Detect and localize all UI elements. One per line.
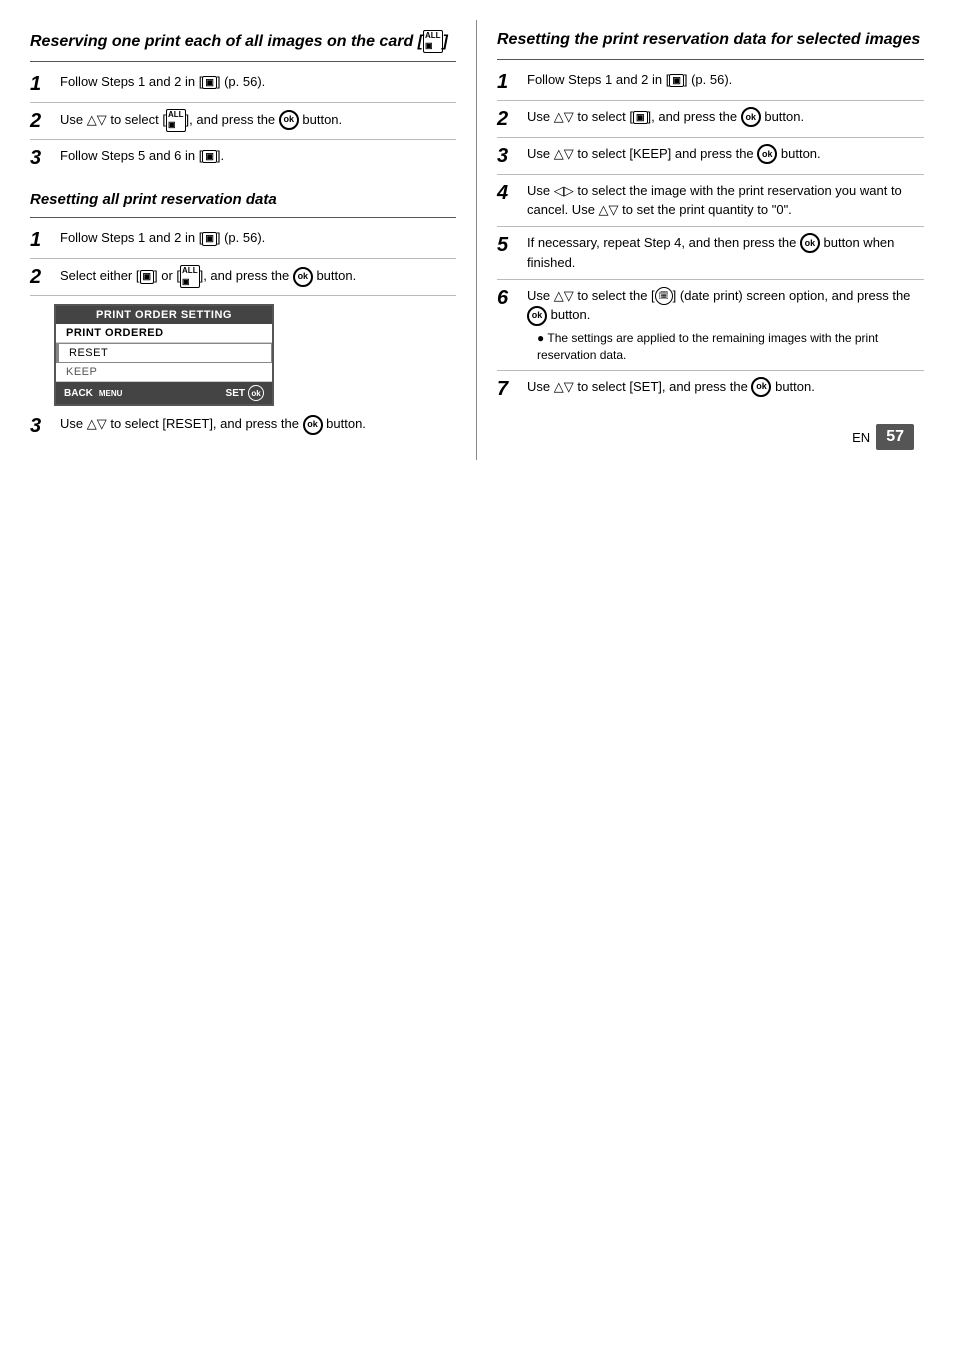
section2-title: Resetting all print reservation data <box>30 190 456 210</box>
right-ok-7: ok <box>751 377 771 397</box>
right-step4: 4 Use ◁▷ to select the image with the pr… <box>497 181 924 227</box>
section-resetting-selected: Resetting the print reservation data for… <box>497 30 924 407</box>
s2-step3-text: Use △▽ to select [RESET], and press the … <box>60 414 456 435</box>
s2-step1-text: Follow Steps 1 and 2 in [▣] (p. 56). <box>60 228 456 248</box>
right-step4-text: Use ◁▷ to select the image with the prin… <box>527 181 924 220</box>
s2-step-number-3: 3 <box>30 414 54 438</box>
dialog-header: PRINT ORDER SETTING <box>56 306 272 324</box>
dialog-item-print-ordered: PRINT ORDERED <box>56 324 272 343</box>
section2-divider <box>30 217 456 218</box>
ok-button-s2-3: ok <box>303 415 323 435</box>
right-step-num-4: 4 <box>497 181 521 205</box>
right-step6-text: Use △▽ to select the [🗓] (date print) sc… <box>527 286 924 364</box>
right-step-num-7: 7 <box>497 377 521 401</box>
right-cam-icon-1: ▣ <box>669 74 684 88</box>
ok-button-2: ok <box>279 110 299 130</box>
s2-step-number-1: 1 <box>30 228 54 252</box>
step-number-3: 3 <box>30 146 54 170</box>
date-print-icon: 🗓 <box>655 287 673 305</box>
step2-text: Use △▽ to select [ALL▣], and press the o… <box>60 109 456 132</box>
step1-text: Follow Steps 1 and 2 in [▣] (p. 56). <box>60 72 456 92</box>
dialog-back-label: BACK MENU <box>64 388 125 399</box>
left-s1-step1: 1 Follow Steps 1 and 2 in [▣] (p. 56). <box>30 72 456 103</box>
right-step-num-5: 5 <box>497 233 521 257</box>
left-column: Reserving one print each of all images o… <box>20 20 477 460</box>
step3-text: Follow Steps 5 and 6 in [▣]. <box>60 146 456 166</box>
menu-badge: MENU <box>96 388 126 399</box>
en-label: EN <box>852 430 870 445</box>
right-cam-icon-2: ▣ <box>633 111 648 125</box>
left-s2-step1: 1 Follow Steps 1 and 2 in [▣] (p. 56). <box>30 228 456 259</box>
ok-button-s2-2: ok <box>293 267 313 287</box>
right-step5: 5 If necessary, repeat Step 4, and then … <box>497 233 924 280</box>
right-step5-text: If necessary, repeat Step 4, and then pr… <box>527 233 924 273</box>
right-step-num-2: 2 <box>497 107 521 131</box>
right-step2-text: Use △▽ to select [▣], and press the ok b… <box>527 107 924 128</box>
page-container: Reserving one print each of all images o… <box>20 20 934 460</box>
camera-icon-s2-1: ▣ <box>202 232 217 246</box>
right-ok-5: ok <box>800 233 820 253</box>
back-text: BACK <box>64 388 93 399</box>
section1-divider <box>30 61 456 62</box>
print-order-dialog: PRINT ORDER SETTING PRINT ORDERED RESET … <box>54 304 274 406</box>
right-step-num-1: 1 <box>497 70 521 94</box>
all-icon-2: ALL▣ <box>166 109 186 132</box>
left-s1-step3: 3 Follow Steps 5 and 6 in [▣]. <box>30 146 456 176</box>
page-number: 57 <box>876 424 914 450</box>
left-s1-step2: 2 Use △▽ to select [ALL▣], and press the… <box>30 109 456 140</box>
dialog-footer: BACK MENU SET ok <box>56 382 272 404</box>
camera-icon-s2-2a: ▣ <box>140 270 155 284</box>
s2-step-number-2: 2 <box>30 265 54 289</box>
section1-title: Reserving one print each of all images o… <box>30 30 456 53</box>
camera-icon-1: ▣ <box>202 76 217 90</box>
right-section-title: Resetting the print reservation data for… <box>497 30 924 51</box>
right-section-divider <box>497 59 924 60</box>
section-reserving-one-print: Reserving one print each of all images o… <box>30 30 456 176</box>
right-step-num-3: 3 <box>497 144 521 168</box>
main-content: Reserving one print each of all images o… <box>20 20 934 460</box>
section-resetting-all: Resetting all print reservation data 1 F… <box>30 190 456 445</box>
right-step2: 2 Use △▽ to select [▣], and press the ok… <box>497 107 924 138</box>
right-step7-text: Use △▽ to select [SET], and press the ok… <box>527 377 924 398</box>
right-step1: 1 Follow Steps 1 and 2 in [▣] (p. 56). <box>497 70 924 101</box>
right-ok-3: ok <box>757 144 777 164</box>
right-ok-6: ok <box>527 306 547 326</box>
all-images-icon: ALL▣ <box>423 30 443 53</box>
step-number-2: 2 <box>30 109 54 133</box>
s2-step2-text: Select either [▣] or [ALL▣], and press t… <box>60 265 456 288</box>
dialog-item-keep: KEEP <box>56 363 272 382</box>
right-step3-text: Use △▽ to select [KEEP] and press the ok… <box>527 144 924 165</box>
dialog-item-reset: RESET <box>56 343 272 363</box>
left-s2-step3: 3 Use △▽ to select [RESET], and press th… <box>30 414 456 444</box>
step-number-1: 1 <box>30 72 54 96</box>
right-step1-text: Follow Steps 1 and 2 in [▣] (p. 56). <box>527 70 924 90</box>
all-icon-s2-2b: ALL▣ <box>180 265 200 288</box>
right-step3: 3 Use △▽ to select [KEEP] and press the … <box>497 144 924 175</box>
right-step7: 7 Use △▽ to select [SET], and press the … <box>497 377 924 407</box>
camera-icon-3: ▣ <box>202 150 217 164</box>
set-text: SET <box>226 388 245 399</box>
left-s2-step2: 2 Select either [▣] or [ALL▣], and press… <box>30 265 456 296</box>
right-step6-bullet: The settings are applied to the remainin… <box>527 330 924 364</box>
dialog-set-label: SET ok <box>226 385 264 401</box>
ok-badge: ok <box>248 385 264 401</box>
page-footer: EN 57 <box>852 424 914 450</box>
right-step6: 6 Use △▽ to select the [🗓] (date print) … <box>497 286 924 371</box>
right-ok-2: ok <box>741 107 761 127</box>
right-step-num-6: 6 <box>497 286 521 310</box>
right-column: Resetting the print reservation data for… <box>477 20 934 460</box>
